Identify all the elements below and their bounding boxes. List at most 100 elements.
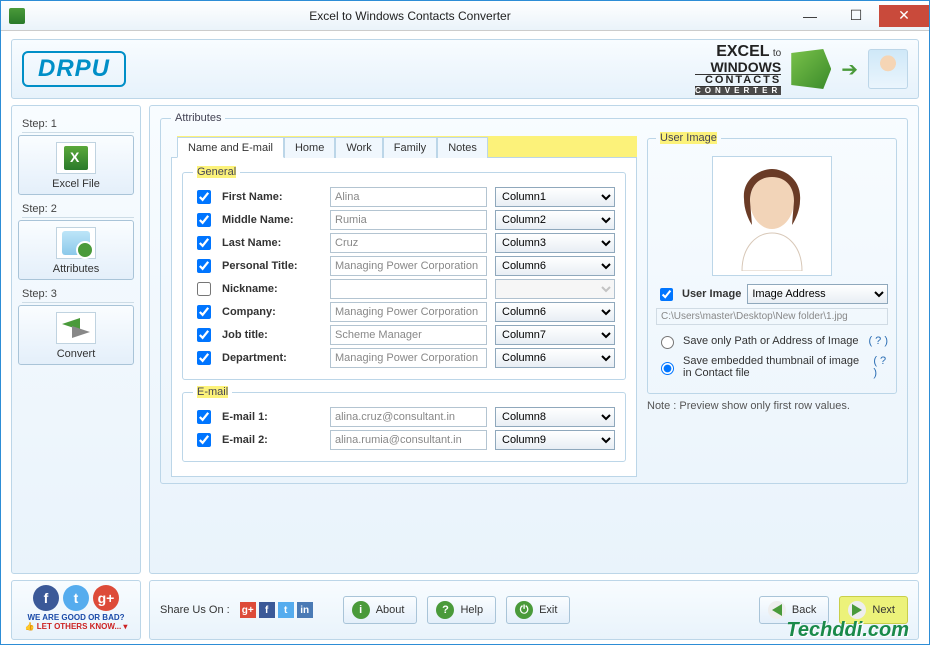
share-label: Share Us On : bbox=[160, 604, 230, 616]
email2-checkbox[interactable] bbox=[197, 433, 211, 447]
googleplus-icon[interactable]: g+ bbox=[93, 585, 119, 611]
row-first-name: First Name: Column1 bbox=[193, 187, 615, 207]
user-image-path: C:\Users\master\Desktop\New folder\1.jpg bbox=[656, 308, 888, 325]
user-image-checkbox[interactable] bbox=[660, 288, 673, 301]
help-button[interactable]: ?Help bbox=[427, 596, 496, 624]
contact-avatar-icon bbox=[868, 49, 908, 89]
last-name-checkbox[interactable] bbox=[197, 236, 211, 250]
company-checkbox[interactable] bbox=[197, 305, 211, 319]
email1-value[interactable] bbox=[330, 407, 487, 427]
step-attributes[interactable]: Attributes bbox=[18, 220, 134, 280]
nickname-checkbox[interactable] bbox=[197, 282, 211, 296]
product-logo-text: EXCEL to WINDOWS CONTACTS CONVERTER bbox=[695, 44, 781, 95]
last-name-column[interactable]: Column3 bbox=[495, 233, 615, 253]
personal-title-label: Personal Title: bbox=[222, 260, 322, 272]
maximize-button[interactable]: ☐ bbox=[833, 5, 879, 27]
company-label: Company: bbox=[222, 306, 322, 318]
person-photo-icon bbox=[722, 161, 822, 271]
job-title-column[interactable]: Column7 bbox=[495, 325, 615, 345]
nickname-value bbox=[330, 279, 487, 299]
twitter-icon[interactable]: t bbox=[63, 585, 89, 611]
facebook-icon[interactable]: f bbox=[33, 585, 59, 611]
close-button[interactable]: ✕ bbox=[879, 5, 929, 27]
last-name-label: Last Name: bbox=[222, 237, 322, 249]
email2-value[interactable] bbox=[330, 430, 487, 450]
tab-name-email[interactable]: Name and E-mail bbox=[177, 137, 284, 158]
personal-title-column[interactable]: Column6 bbox=[495, 256, 615, 276]
row-last-name: Last Name: Column3 bbox=[193, 233, 615, 253]
row-department: Department: Column6 bbox=[193, 348, 615, 368]
about-button[interactable]: iAbout bbox=[343, 596, 418, 624]
company-value[interactable] bbox=[330, 302, 487, 322]
middle-name-column[interactable]: Column2 bbox=[495, 210, 615, 230]
row-personal-title: Personal Title: Column6 bbox=[193, 256, 615, 276]
company-column[interactable]: Column6 bbox=[495, 302, 615, 322]
email2-column[interactable]: Column9 bbox=[495, 430, 615, 450]
save-path-help[interactable]: ( ? ) bbox=[868, 335, 888, 347]
share-linkedin-icon[interactable]: in bbox=[297, 602, 313, 618]
department-column[interactable]: Column6 bbox=[495, 348, 615, 368]
attribute-tabs: Name and E-mail Home Work Family Notes bbox=[177, 136, 637, 157]
feedback-line2: LET OTHERS KNOW... bbox=[37, 622, 121, 631]
preview-note: Note : Preview show only first row value… bbox=[647, 400, 897, 412]
first-name-column[interactable]: Column1 bbox=[495, 187, 615, 207]
middle-name-checkbox[interactable] bbox=[197, 213, 211, 227]
share-facebook-icon[interactable]: f bbox=[259, 602, 275, 618]
personal-title-checkbox[interactable] bbox=[197, 259, 211, 273]
user-image-source-select[interactable]: Image Address bbox=[747, 284, 888, 304]
row-email1: E-mail 1: Column8 bbox=[193, 407, 615, 427]
email-fieldset: E-mail E-mail 1: Column8 bbox=[182, 386, 626, 462]
department-value[interactable] bbox=[330, 348, 487, 368]
user-image-preview bbox=[712, 156, 832, 276]
minimize-button[interactable]: — bbox=[787, 5, 833, 27]
save-path-radio[interactable] bbox=[661, 336, 674, 349]
job-title-label: Job title: bbox=[222, 329, 322, 341]
attributes-fieldset: Attributes Name and E-mail Home Work Fam… bbox=[160, 112, 908, 484]
email1-label: E-mail 1: bbox=[222, 411, 322, 423]
convert-icon bbox=[62, 316, 90, 340]
brand-logo: DRPU bbox=[22, 51, 126, 87]
email2-label: E-mail 2: bbox=[222, 434, 322, 446]
middle-name-value[interactable] bbox=[330, 210, 487, 230]
row-email2: E-mail 2: Column9 bbox=[193, 430, 615, 450]
save-path-label: Save only Path or Address of Image bbox=[683, 335, 859, 347]
department-checkbox[interactable] bbox=[197, 351, 211, 365]
row-middle-name: Middle Name: Column2 bbox=[193, 210, 615, 230]
feedback-panel: f t g+ WE ARE GOOD OR BAD? 👍 LET OTHERS … bbox=[11, 580, 141, 640]
save-embedded-radio[interactable] bbox=[661, 362, 674, 375]
first-name-value[interactable] bbox=[330, 187, 487, 207]
email1-checkbox[interactable] bbox=[197, 410, 211, 424]
share-googleplus-icon[interactable]: g+ bbox=[240, 602, 256, 618]
row-nickname: Nickname: bbox=[193, 279, 615, 299]
share-twitter-icon[interactable]: t bbox=[278, 602, 294, 618]
app-icon bbox=[9, 8, 25, 24]
middle-name-label: Middle Name: bbox=[222, 214, 322, 226]
step1-label: Step: 1 bbox=[22, 118, 134, 133]
attributes-icon bbox=[62, 231, 90, 255]
email1-column[interactable]: Column8 bbox=[495, 407, 615, 427]
tab-family[interactable]: Family bbox=[383, 137, 437, 158]
tab-work[interactable]: Work bbox=[335, 137, 382, 158]
app-window: Excel to Windows Contacts Converter — ☐ … bbox=[0, 0, 930, 645]
step2-label: Step: 2 bbox=[22, 203, 134, 218]
tab-body: General First Name: Column1 bbox=[171, 157, 637, 477]
save-embedded-label: Save embedded thumbnail of image in Cont… bbox=[683, 355, 867, 379]
tab-home[interactable]: Home bbox=[284, 137, 335, 158]
last-name-value[interactable] bbox=[330, 233, 487, 253]
steps-sidebar: Step: 1 Excel File Step: 2 Attributes St… bbox=[11, 105, 141, 574]
job-title-value[interactable] bbox=[330, 325, 487, 345]
excel-x-icon bbox=[791, 49, 831, 89]
step-excel-file[interactable]: Excel File bbox=[18, 135, 134, 195]
department-label: Department: bbox=[222, 352, 322, 364]
personal-title-value[interactable] bbox=[330, 256, 487, 276]
exit-button[interactable]: ⏻Exit bbox=[506, 596, 570, 624]
content-panel: Attributes Name and E-mail Home Work Fam… bbox=[149, 105, 919, 574]
step3-label: Step: 3 bbox=[22, 288, 134, 303]
app-header: DRPU EXCEL to WINDOWS CONTACTS CONVERTER… bbox=[11, 39, 919, 99]
job-title-checkbox[interactable] bbox=[197, 328, 211, 342]
general-legend: General bbox=[197, 166, 236, 178]
save-embedded-help[interactable]: ( ? ) bbox=[873, 355, 888, 379]
first-name-checkbox[interactable] bbox=[197, 190, 211, 204]
tab-notes[interactable]: Notes bbox=[437, 137, 488, 158]
step-convert[interactable]: Convert bbox=[18, 305, 134, 365]
